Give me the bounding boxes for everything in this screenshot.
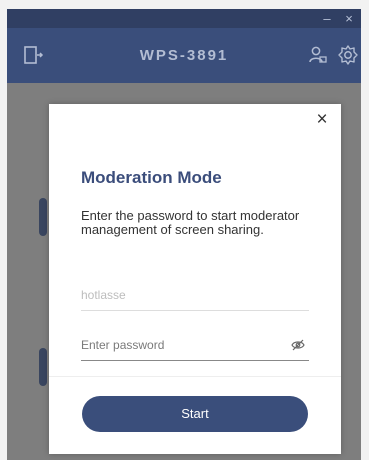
minimize-button[interactable]: – [319,9,335,28]
divider [49,376,341,377]
password-field[interactable] [81,330,309,361]
moderation-modal: × Moderation Mode Enter the password to … [49,104,341,454]
user-lock-icon[interactable] [307,44,329,66]
start-button[interactable]: Start [82,396,308,432]
background-control [39,348,47,386]
window-close-button[interactable]: × [341,9,357,28]
modal-title: Moderation Mode [81,168,222,187]
username-input[interactable] [81,280,281,310]
window-chrome: – × [7,9,361,28]
username-field[interactable] [81,280,309,311]
close-icon[interactable]: × [312,110,332,130]
app-header: WPS-3891 [7,28,361,83]
modal-description: Enter the password to start moderator ma… [81,208,300,237]
password-input[interactable] [81,330,281,360]
gear-icon[interactable] [337,44,359,66]
background-control [39,198,47,236]
eye-slash-icon[interactable] [291,338,305,352]
